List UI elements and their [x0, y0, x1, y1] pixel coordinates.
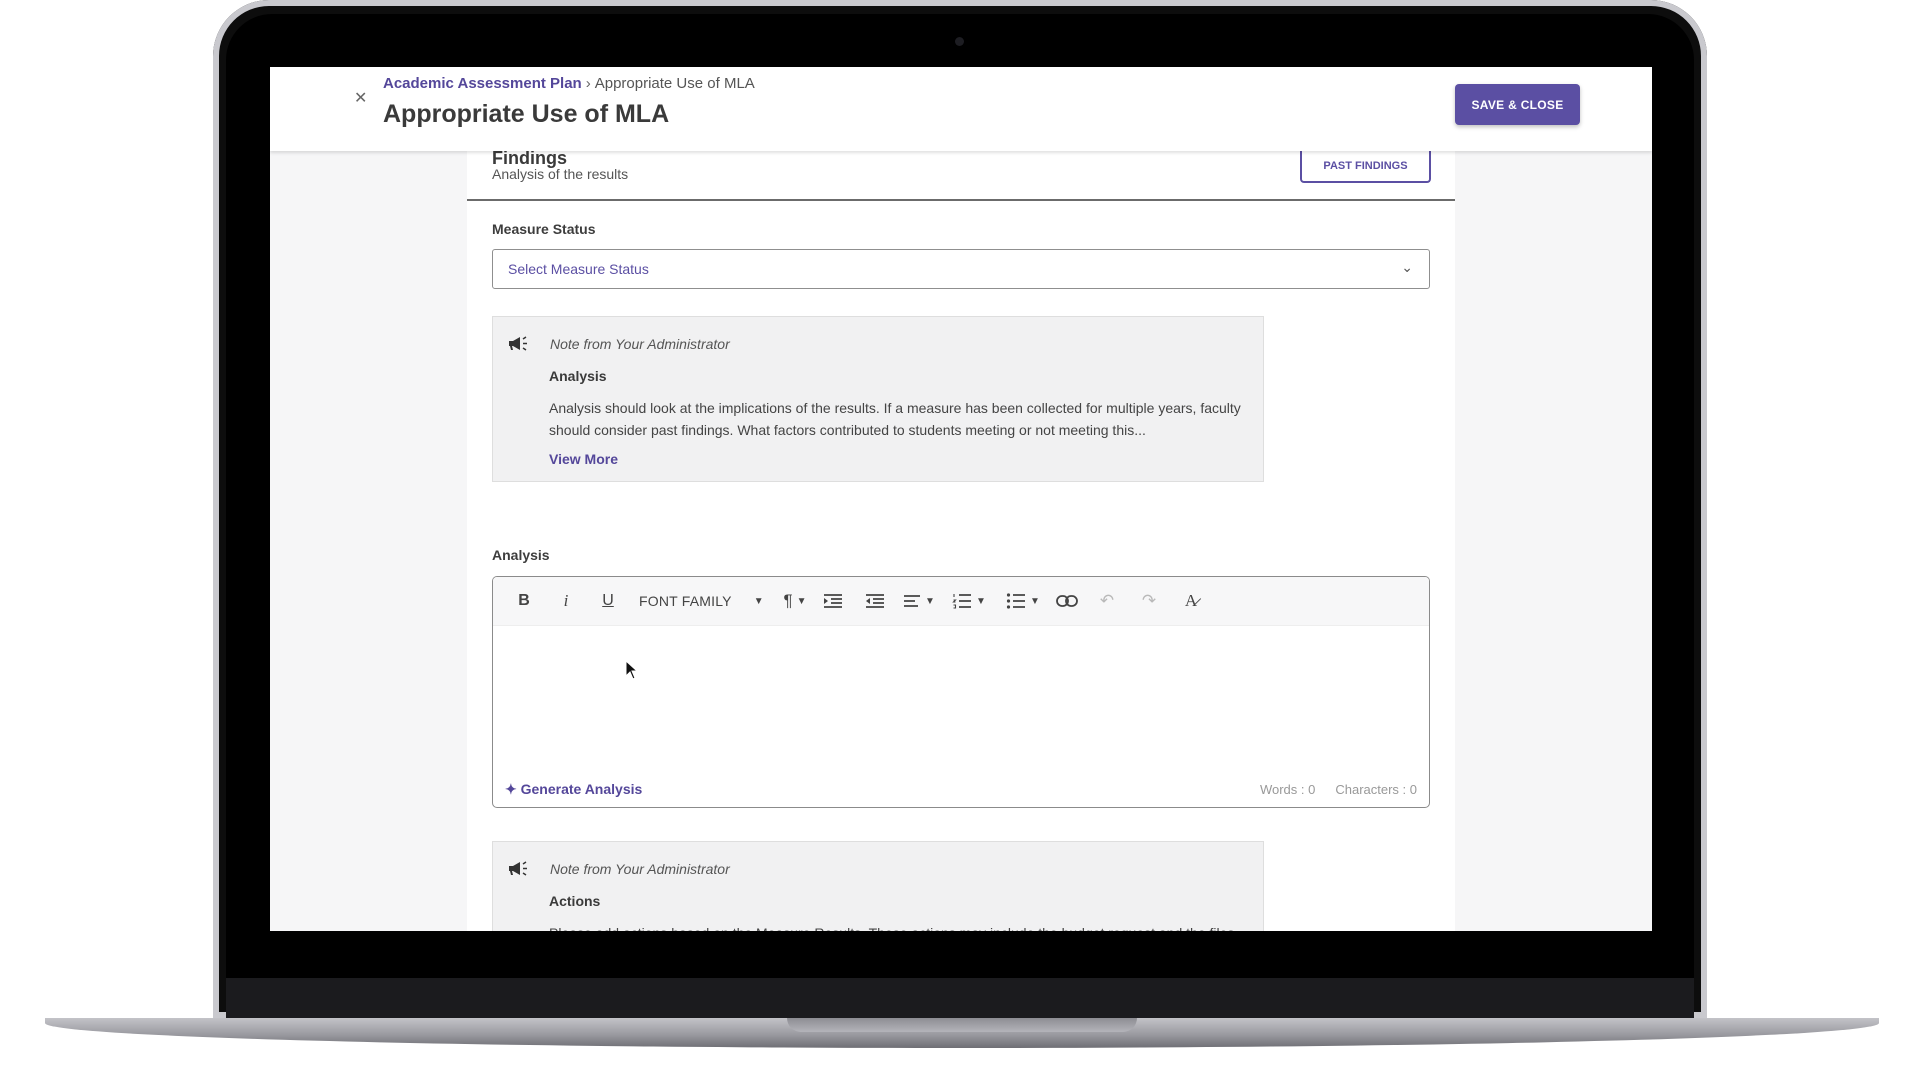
underline-icon[interactable]: U	[597, 589, 619, 613]
measure-status-label: Measure Status	[492, 221, 596, 237]
close-icon[interactable]: ✕	[354, 91, 370, 107]
undo-icon[interactable]: ↶	[1095, 589, 1119, 613]
view-more-link[interactable]: View More	[549, 451, 618, 467]
bold-icon[interactable]: B	[513, 589, 535, 613]
redo-icon[interactable]: ↷	[1137, 589, 1161, 613]
editor-counts: Words : 0 Characters : 0	[1260, 782, 1417, 797]
section-divider	[467, 199, 1455, 201]
note-heading: Note from Your Administrator	[550, 861, 730, 877]
character-count: Characters : 0	[1335, 782, 1417, 797]
measure-status-placeholder: Select Measure Status	[508, 261, 649, 277]
megaphone-icon	[509, 861, 527, 876]
note-body: Analysis should look at the implications…	[549, 400, 1241, 438]
align-icon[interactable]: ▼	[901, 589, 937, 613]
link-icon[interactable]	[1053, 589, 1081, 613]
editor-toolbar: B i U FONT FAMILY ▼ ¶ ▼ ▼ ▼ ▼ ↶ ↷ A̷	[493, 577, 1429, 626]
caret-down-icon: ▼	[753, 595, 764, 607]
ordered-list-icon[interactable]: ▼	[949, 589, 989, 613]
caret-down-icon: ▼	[1030, 595, 1040, 607]
note-title: Actions	[549, 893, 601, 909]
analysis-editor: B i U FONT FAMILY ▼ ¶ ▼ ▼ ▼ ▼ ↶ ↷ A̷ ✦ G…	[492, 576, 1430, 808]
breadcrumb-parent-link[interactable]: Academic Assessment Plan	[383, 75, 582, 92]
indent-icon[interactable]	[861, 589, 889, 613]
laptop-chin	[226, 978, 1694, 1018]
laptop-notch	[787, 1018, 1137, 1032]
admin-note-actions: Note from Your Administrator Actions Ple…	[492, 841, 1264, 931]
save-and-close-button[interactable]: SAVE & CLOSE	[1455, 84, 1580, 125]
admin-note-analysis: Note from Your Administrator Analysis An…	[492, 316, 1264, 482]
breadcrumb-current: Appropriate Use of MLA	[594, 75, 755, 92]
analysis-label: Analysis	[492, 547, 550, 563]
note-body: Please add actions based on the Measure …	[549, 922, 1249, 931]
note-heading: Note from Your Administrator	[550, 336, 730, 352]
mouse-cursor-icon	[625, 660, 639, 680]
breadcrumb: Academic Assessment Plan › Appropriate Use…	[383, 75, 755, 92]
main-content: Findings Analysis of the results PAST FI…	[467, 148, 1455, 931]
breadcrumb-separator: ›	[585, 75, 591, 92]
caret-down-icon: ▼	[976, 595, 986, 607]
note-title: Analysis	[549, 368, 607, 384]
caret-down-icon: ▼	[925, 595, 935, 607]
clear-formatting-icon[interactable]: A̷	[1179, 589, 1203, 613]
italic-icon[interactable]: i	[555, 589, 577, 613]
app-screen: ✕ Academic Assessment Plan › Appropriate U…	[270, 67, 1652, 931]
font-family-label: FONT FAMILY	[639, 593, 732, 609]
section-subtitle: Analysis of the results	[492, 166, 629, 182]
camera-icon	[955, 37, 964, 46]
caret-down-icon: ▼	[796, 595, 807, 607]
font-family-dropdown[interactable]: FONT FAMILY ▼	[639, 589, 769, 613]
measure-status-select[interactable]: Select Measure Status ⌄	[492, 249, 1430, 289]
generate-analysis-button[interactable]: ✦ Generate Analysis	[505, 781, 642, 798]
generate-analysis-label: Generate Analysis	[520, 781, 643, 797]
analysis-text-area[interactable]	[493, 625, 1429, 765]
megaphone-icon	[509, 336, 527, 351]
paragraph-format-icon[interactable]: ¶ ▼	[779, 589, 811, 613]
bullet-list-icon[interactable]: ▼	[1003, 589, 1043, 613]
past-findings-button[interactable]: PAST FINDINGS	[1300, 151, 1431, 183]
sparkle-icon: ✦	[505, 781, 521, 797]
top-bar: ✕ Academic Assessment Plan › Appropriate U…	[270, 67, 1652, 151]
chevron-down-icon: ⌄	[1401, 259, 1413, 275]
outdent-icon[interactable]	[819, 589, 847, 613]
page-title: Appropriate Use of MLA	[383, 100, 670, 128]
word-count: Words : 0	[1259, 782, 1316, 797]
